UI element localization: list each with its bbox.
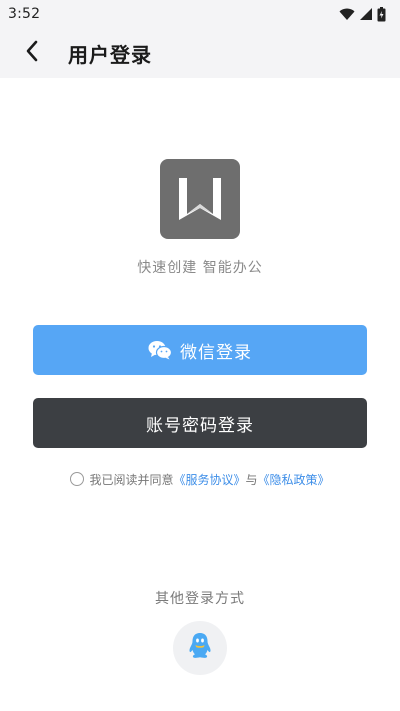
wechat-login-button[interactable]: 微信登录: [33, 325, 367, 375]
battery-icon: [377, 6, 386, 22]
back-button[interactable]: [6, 28, 58, 78]
w-logo-icon: [179, 178, 221, 220]
agreement-row: 我已阅读并同意 《服务协议》 与 《隐私政策》: [0, 468, 400, 490]
cellular-signal-icon: [359, 7, 373, 21]
status-time: 3:52: [8, 6, 41, 22]
qq-icon: [187, 632, 213, 664]
page-title: 用户登录: [68, 42, 152, 67]
header: 用户登录: [0, 28, 400, 78]
agreement-text: 我已阅读并同意: [89, 472, 174, 487]
qq-login-button[interactable]: [173, 621, 227, 675]
status-icons: [339, 6, 386, 22]
status-bar: 3:52: [0, 0, 400, 28]
privacy-policy-link[interactable]: 《隐私政策》: [258, 471, 330, 488]
wifi-icon: [339, 7, 355, 21]
agreement-connector: 与: [245, 472, 258, 487]
account-login-label: 账号密码登录: [146, 415, 254, 436]
account-password-login-button[interactable]: 账号密码登录: [33, 398, 367, 448]
app-logo: [160, 159, 240, 239]
service-agreement-link[interactable]: 《服务协议》: [173, 471, 245, 488]
back-arrow-icon: [25, 40, 39, 66]
other-login-title: 其他登录方式: [155, 591, 245, 607]
agreement-checkbox[interactable]: [70, 472, 85, 486]
app-slogan: 快速创建 智能办公: [137, 260, 263, 276]
wechat-icon: [148, 340, 172, 360]
wechat-login-label: 微信登录: [180, 342, 252, 363]
